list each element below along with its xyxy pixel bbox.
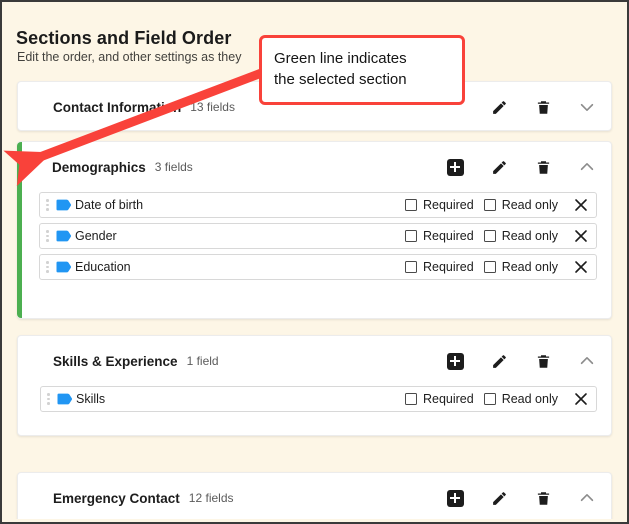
add-field-icon[interactable]: [445, 351, 465, 371]
section-actions: [489, 97, 597, 117]
readonly-label: Read only: [501, 392, 558, 406]
readonly-checkbox-wrap[interactable]: Read only: [483, 260, 558, 274]
chevron-up-icon[interactable]: [577, 157, 597, 177]
readonly-label: Read only: [501, 229, 558, 243]
drag-handle-icon[interactable]: [47, 393, 51, 405]
field-type-icon: [56, 261, 72, 272]
field-row-controls: Required Read only: [395, 392, 588, 406]
drag-handle-icon[interactable]: [46, 230, 50, 242]
section-field-count: 13 fields: [190, 100, 235, 114]
readonly-checkbox[interactable]: [483, 199, 496, 211]
required-checkbox[interactable]: [404, 261, 417, 273]
required-checkbox-wrap[interactable]: Required: [404, 260, 474, 274]
sections-field-order-page: Sections and Field Order Edit the order,…: [0, 0, 629, 524]
remove-field-icon[interactable]: [574, 198, 588, 212]
add-field-icon[interactable]: [445, 157, 465, 177]
required-checkbox[interactable]: [404, 393, 417, 405]
delete-section-icon[interactable]: [533, 351, 553, 371]
section-name: Emergency Contact: [53, 490, 180, 506]
required-checkbox[interactable]: [404, 230, 417, 242]
required-checkbox[interactable]: [404, 199, 417, 211]
section-card[interactable]: Demographics 3 fields Date of birth Require…: [17, 141, 612, 319]
chevron-up-icon[interactable]: [577, 351, 597, 371]
section-field-count: 3 fields: [154, 160, 193, 174]
field-name: Gender: [75, 229, 117, 243]
field-type-icon: [56, 230, 72, 241]
edit-section-icon[interactable]: [489, 351, 509, 371]
section-header[interactable]: Demographics 3 fields: [17, 142, 611, 192]
section-header[interactable]: Skills & Experience 1 field: [18, 336, 611, 386]
required-checkbox-wrap[interactable]: Required: [404, 229, 474, 243]
field-row-controls: Required Read only: [395, 229, 588, 243]
readonly-checkbox-wrap[interactable]: Read only: [483, 392, 558, 406]
delete-section-icon[interactable]: [533, 157, 553, 177]
chevron-down-icon[interactable]: [577, 97, 597, 117]
field-name: Date of birth: [75, 198, 144, 212]
readonly-label: Read only: [501, 260, 558, 274]
section-actions: [445, 157, 597, 177]
section-field-count: 1 field: [186, 354, 219, 368]
field-row[interactable]: Gender Required Read only: [39, 223, 597, 249]
section-fields: Date of birth Required Read only Gender Requ…: [17, 192, 611, 294]
drag-handle-icon[interactable]: [46, 261, 50, 273]
field-row[interactable]: Education Required Read only: [39, 254, 597, 280]
annotation-line-2: the selected section: [274, 71, 407, 88]
required-label: Required: [422, 392, 474, 406]
readonly-checkbox[interactable]: [483, 393, 496, 405]
add-field-icon[interactable]: [445, 488, 465, 508]
edit-section-icon[interactable]: [489, 157, 509, 177]
section-name: Contact Information: [53, 99, 182, 115]
delete-section-icon[interactable]: [533, 488, 553, 508]
section-actions: [445, 351, 597, 371]
field-row[interactable]: Skills Required Read only: [40, 386, 597, 412]
readonly-checkbox[interactable]: [483, 261, 496, 273]
field-row-controls: Required Read only: [395, 260, 588, 274]
section-field-count: 12 fields: [188, 491, 234, 505]
section-actions: [445, 488, 597, 508]
section-card[interactable]: Emergency Contact 12 fields: [17, 472, 612, 522]
edit-section-icon[interactable]: [489, 97, 509, 117]
page-subtitle: Edit the order, and other settings as th…: [17, 50, 242, 64]
readonly-checkbox-wrap[interactable]: Read only: [483, 198, 558, 212]
annotation-callout: Green line indicates the selected sectio…: [259, 35, 465, 105]
readonly-checkbox[interactable]: [483, 230, 496, 242]
readonly-label: Read only: [501, 198, 558, 212]
required-checkbox-wrap[interactable]: Required: [404, 392, 474, 406]
field-type-icon: [56, 199, 72, 210]
readonly-checkbox-wrap[interactable]: Read only: [483, 229, 558, 243]
required-label: Required: [422, 229, 474, 243]
remove-field-icon[interactable]: [574, 392, 588, 406]
bottom-fade: [2, 519, 627, 522]
field-name: Education: [75, 260, 131, 274]
field-name: Skills: [76, 392, 106, 406]
field-row-controls: Required Read only: [395, 198, 588, 212]
field-row[interactable]: Date of birth Required Read only: [39, 192, 597, 218]
section-header[interactable]: Emergency Contact 12 fields: [18, 473, 611, 522]
field-type-icon: [57, 393, 73, 404]
drag-handle-icon[interactable]: [46, 199, 50, 211]
page-title: Sections and Field Order: [16, 28, 232, 49]
required-label: Required: [422, 260, 474, 274]
delete-section-icon[interactable]: [533, 97, 553, 117]
section-card[interactable]: Skills & Experience 1 field Skills Required…: [17, 335, 612, 436]
edit-section-icon[interactable]: [489, 488, 509, 508]
section-name: Demographics: [52, 159, 146, 175]
required-checkbox-wrap[interactable]: Required: [404, 198, 474, 212]
chevron-up-icon[interactable]: [577, 488, 597, 508]
annotation-line-1: Green line indicates: [274, 50, 407, 68]
remove-field-icon[interactable]: [574, 260, 588, 274]
remove-field-icon[interactable]: [574, 229, 588, 243]
section-fields: Skills Required Read only: [18, 386, 611, 426]
required-label: Required: [422, 198, 474, 212]
section-name: Skills & Experience: [53, 353, 178, 369]
